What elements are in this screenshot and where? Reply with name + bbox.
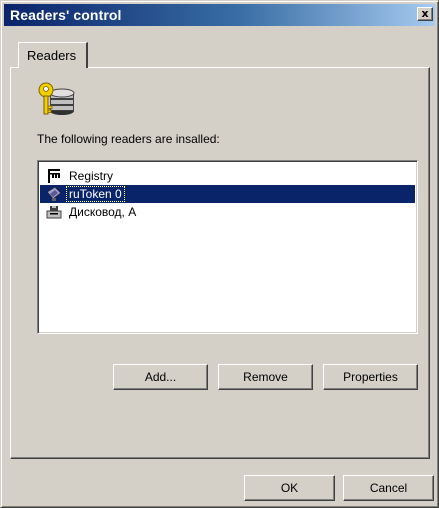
close-button[interactable]: x bbox=[417, 7, 433, 21]
token-icon bbox=[46, 186, 62, 201]
registry-icon bbox=[48, 169, 60, 183]
list-item-rutoken[interactable]: ruToken 0 bbox=[40, 185, 415, 203]
floppy-drive-icon bbox=[46, 206, 62, 219]
tab-readers-label: Readers bbox=[27, 48, 77, 63]
ok-button[interactable]: OK bbox=[244, 475, 335, 501]
key-database-icon bbox=[38, 82, 75, 115]
tab-readers[interactable]: Readers bbox=[18, 42, 88, 68]
readers-list[interactable]: Registry ruToken 0 Дисковод, A bbox=[37, 160, 418, 334]
close-icon: x bbox=[421, 7, 429, 20]
reader-label-registry: Registry bbox=[69, 169, 114, 183]
remove-button[interactable]: Remove bbox=[218, 364, 313, 390]
add-button[interactable]: Add... bbox=[113, 364, 208, 390]
list-item-floppy-drive[interactable]: Дисковод, A bbox=[40, 203, 415, 221]
properties-button[interactable]: Properties bbox=[323, 364, 418, 390]
reader-label-rutoken: ruToken 0 bbox=[66, 186, 125, 202]
reader-label-floppy-drive: Дисковод, A bbox=[69, 205, 137, 219]
cancel-button[interactable]: Cancel bbox=[343, 475, 434, 501]
installed-readers-label: The following readers are insalled: bbox=[37, 132, 220, 146]
window-title: Readers' control bbox=[10, 7, 122, 23]
readers-control-dialog: Readers' control x Readers The following… bbox=[0, 0, 439, 508]
title-bar[interactable]: Readers' control x bbox=[4, 4, 435, 26]
list-item-registry[interactable]: Registry bbox=[40, 167, 415, 185]
